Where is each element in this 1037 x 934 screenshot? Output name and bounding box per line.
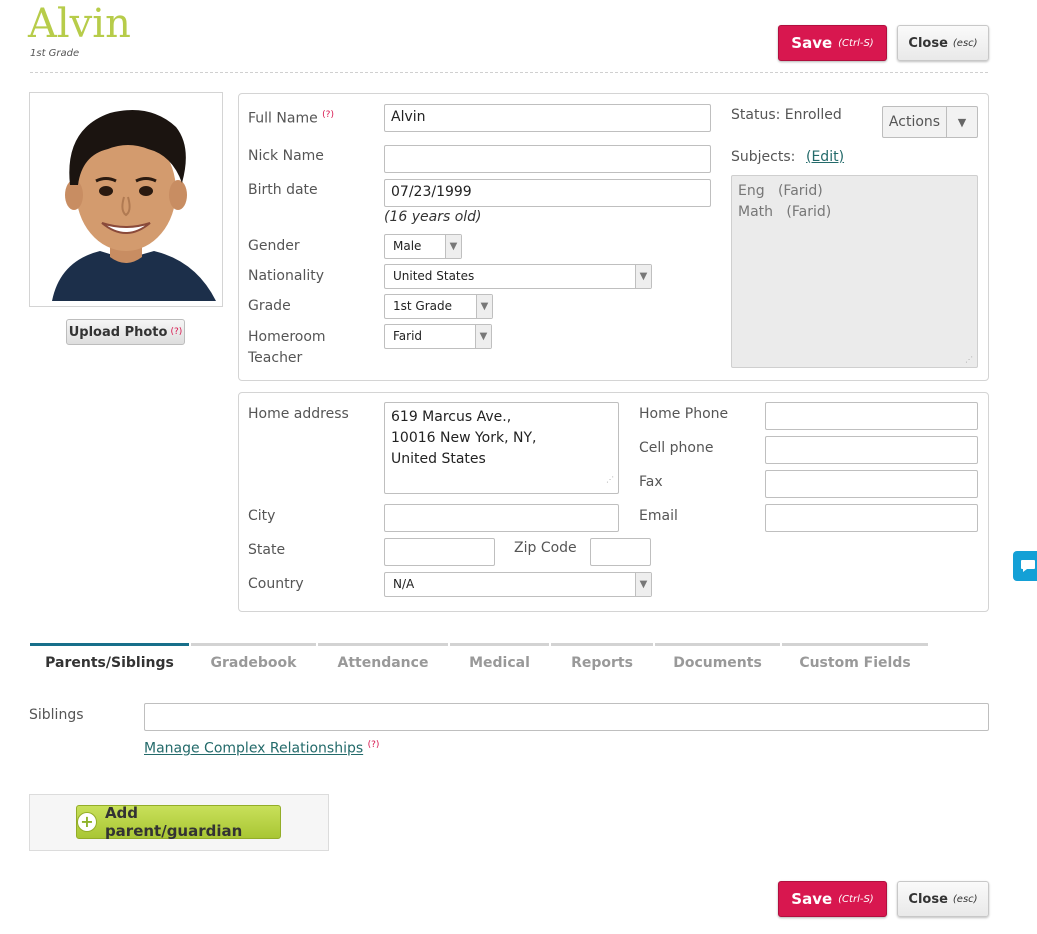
upload-photo-label: Upload Photo <box>68 324 168 340</box>
nick-name-input[interactable] <box>384 145 711 173</box>
manage-relationships-row: Manage Complex Relationships (?) <box>144 740 379 757</box>
plus-circle-icon: + <box>77 812 97 832</box>
birth-date-label: Birth date <box>248 182 318 198</box>
save-button-top[interactable]: Save (Ctrl-S) <box>778 25 887 61</box>
add-parent-guardian-button[interactable]: + Add parent/guardian <box>76 804 281 840</box>
fax-label: Fax <box>639 474 663 490</box>
state-input[interactable] <box>384 538 495 566</box>
tab-parents-siblings[interactable]: Parents/Siblings <box>30 643 189 679</box>
cell-phone-input[interactable] <box>765 436 978 464</box>
nationality-select[interactable]: United States ▼ <box>384 264 652 289</box>
resize-handle-icon[interactable]: ⋰ <box>606 469 614 490</box>
student-name-title: Alvin <box>28 1 131 47</box>
nick-name-label: Nick Name <box>248 148 324 164</box>
chevron-down-icon: ▼ <box>445 235 461 258</box>
close-shortcut-hint: (esc) <box>952 37 978 49</box>
manage-relationships-help-icon[interactable]: (?) <box>368 740 380 750</box>
birth-date-input[interactable]: 07/23/1999 <box>384 179 711 207</box>
actions-dropdown-button[interactable]: Actions ▼ <box>882 106 978 138</box>
close-label: Close <box>908 35 948 51</box>
nationality-label: Nationality <box>248 268 325 284</box>
save-shortcut-hint: (Ctrl-S) <box>838 893 874 905</box>
status-text: Status: Enrolled <box>731 107 842 123</box>
close-label: Close <box>908 891 948 907</box>
save-label: Save <box>791 34 833 52</box>
country-select[interactable]: N/A ▼ <box>384 572 652 597</box>
age-text: (16 years old) <box>384 209 482 225</box>
chevron-down-icon: ▼ <box>635 573 651 596</box>
zip-code-label: Zip Code <box>514 540 577 556</box>
zip-code-input[interactable] <box>590 538 651 566</box>
state-label: State <box>248 542 286 558</box>
full-name-label: Full Name (?) <box>248 110 334 127</box>
full-name-help-icon[interactable]: (?) <box>322 110 334 120</box>
fax-input[interactable] <box>765 470 978 498</box>
resize-handle-icon[interactable]: ⋰ <box>965 355 973 364</box>
upload-photo-button[interactable]: Upload Photo (?) <box>66 319 185 345</box>
tab-documents[interactable]: Documents <box>655 643 780 679</box>
subjects-list[interactable]: Eng (Farid) Math (Farid) ⋰ <box>731 175 978 368</box>
siblings-label: Siblings <box>29 707 84 723</box>
close-button-top[interactable]: Close (esc) <box>897 25 989 61</box>
full-name-input[interactable]: Alvin <box>384 104 711 132</box>
list-item: Math (Farid) <box>738 204 832 220</box>
save-button-bottom[interactable]: Save (Ctrl-S) <box>778 881 887 917</box>
homeroom-teacher-label: Homeroom Teacher <box>248 329 326 366</box>
chevron-down-icon: ▼ <box>476 295 492 318</box>
gender-select[interactable]: Male ▼ <box>384 234 462 259</box>
home-address-label: Home address <box>248 406 349 422</box>
student-photo <box>30 93 222 306</box>
tab-medical[interactable]: Medical <box>450 643 549 679</box>
cell-phone-label: Cell phone <box>639 440 714 456</box>
tab-custom-fields[interactable]: Custom Fields <box>782 643 928 679</box>
add-parent-label: Add parent/guardian <box>104 804 243 840</box>
chat-widget-button[interactable] <box>1013 551 1037 581</box>
home-phone-label: Home Phone <box>639 406 729 422</box>
city-input[interactable] <box>384 504 619 532</box>
student-photo-frame <box>29 92 223 307</box>
home-address-textarea[interactable]: 619 Marcus Ave., 10016 New York, NY, Uni… <box>384 402 619 494</box>
tab-gradebook[interactable]: Gradebook <box>191 643 316 679</box>
student-grade-subtitle: 1st Grade <box>30 48 80 59</box>
city-label: City <box>248 508 276 524</box>
save-shortcut-hint: (Ctrl-S) <box>838 37 874 49</box>
tab-attendance[interactable]: Attendance <box>318 643 448 679</box>
chat-bubble-icon <box>1021 560 1035 572</box>
close-shortcut-hint: (esc) <box>952 893 978 905</box>
chevron-down-icon: ▼ <box>635 265 651 288</box>
home-phone-input[interactable] <box>765 402 978 430</box>
close-button-bottom[interactable]: Close (esc) <box>897 881 989 917</box>
tab-reports[interactable]: Reports <box>551 643 653 679</box>
homeroom-teacher-select[interactable]: Farid ▼ <box>384 324 492 349</box>
email-label: Email <box>639 508 678 524</box>
caret-down-icon: ▼ <box>957 115 967 129</box>
email-input[interactable] <box>765 504 978 532</box>
gender-label: Gender <box>248 238 300 254</box>
siblings-input[interactable] <box>144 703 989 731</box>
upload-help-icon[interactable]: (?) <box>170 327 182 337</box>
chevron-down-icon: ▼ <box>475 325 491 348</box>
header-divider <box>30 72 988 73</box>
subjects-edit-link[interactable]: (Edit) <box>806 148 844 166</box>
subjects-label: Subjects: <box>731 149 796 165</box>
save-label: Save <box>791 890 833 908</box>
grade-select[interactable]: 1st Grade ▼ <box>384 294 493 319</box>
list-item: Eng (Farid) <box>738 183 823 199</box>
grade-label: Grade <box>248 298 291 314</box>
country-label: Country <box>248 576 304 592</box>
actions-label: Actions <box>883 107 947 137</box>
manage-relationships-link[interactable]: Manage Complex Relationships <box>144 741 363 757</box>
